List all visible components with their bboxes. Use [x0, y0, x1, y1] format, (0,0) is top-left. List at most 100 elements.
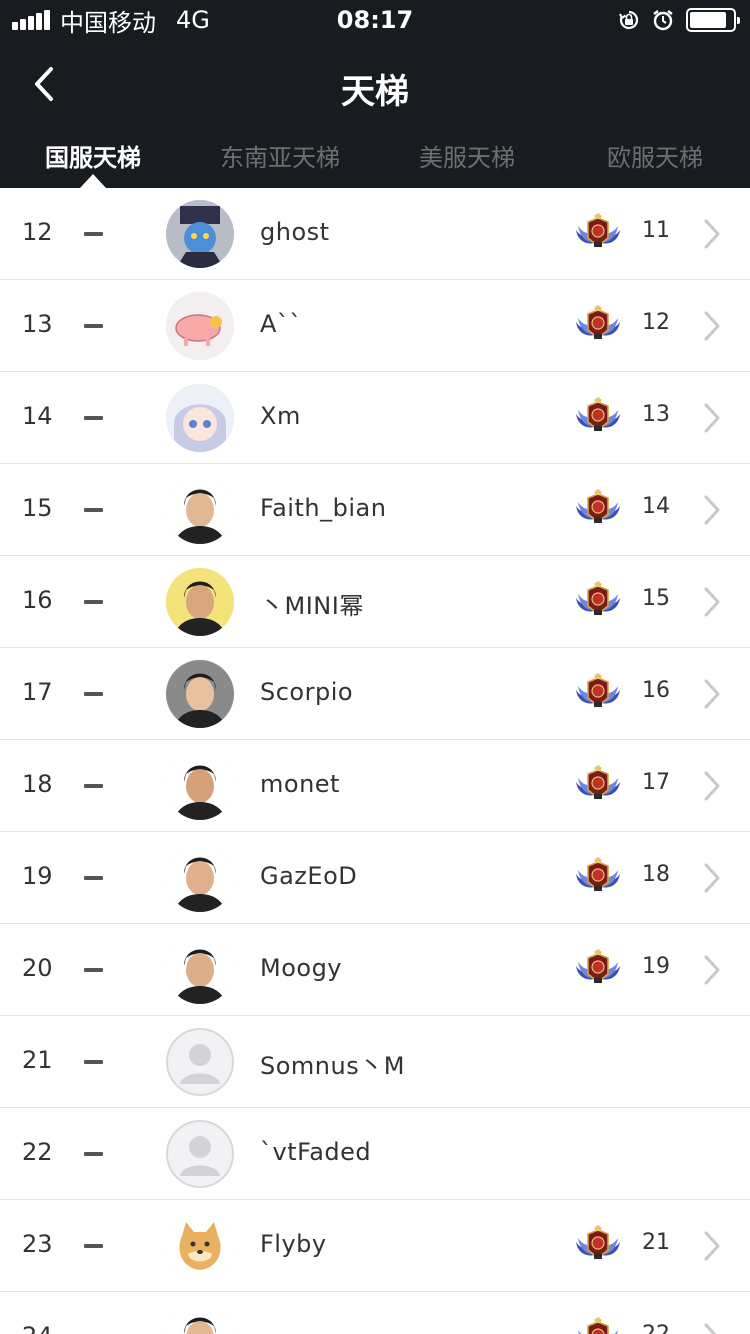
rank-medal-icon [574, 1316, 622, 1334]
medal-tier-number: 12 [642, 310, 670, 335]
ladder-row[interactable]: 21 Somnus丶M [0, 1016, 750, 1108]
rank-medal-icon [574, 212, 622, 252]
medal-tier-number: 16 [642, 678, 670, 703]
ladder-row[interactable]: 23 Flyby 21 [0, 1200, 750, 1292]
rank-number: 12 [22, 218, 53, 246]
chevron-right-icon[interactable] [702, 586, 722, 618]
player-name: Scorpio [260, 678, 354, 706]
chevron-right-icon[interactable] [702, 770, 722, 802]
ladder-row[interactable]: 18 monet 17 [0, 740, 750, 832]
ladder-row[interactable]: 16 丶MINI幂 15 [0, 556, 750, 648]
chevron-right-icon[interactable] [702, 1322, 722, 1334]
rank-number: 16 [22, 586, 53, 614]
rank-medal-icon [574, 1224, 622, 1264]
region-tabs: 国服天梯 东南亚天梯 美服天梯 欧服天梯 [0, 130, 750, 188]
rank-unchanged-icon [84, 1244, 103, 1248]
battery-icon [686, 8, 740, 32]
chevron-right-icon[interactable] [702, 218, 722, 250]
player-name: Xm [260, 402, 301, 430]
rank-unchanged-icon [84, 416, 103, 420]
rank-medal-icon [574, 488, 622, 528]
rank-number: 13 [22, 310, 53, 338]
ladder-row[interactable]: 15 Faith_bian 14 [0, 464, 750, 556]
ladder-row[interactable]: 13 A`` 12 [0, 280, 750, 372]
player-name: Moogy [260, 954, 343, 982]
player-photo-avatar [166, 1304, 234, 1334]
tab-sea-ladder[interactable]: 东南亚天梯 [220, 138, 340, 173]
rank-medal-icon [574, 764, 622, 804]
orientation-lock-icon [619, 10, 639, 30]
ladder-row[interactable]: 22 `vtFaded [0, 1108, 750, 1200]
rank-unchanged-icon [84, 232, 103, 236]
pink-pig-avatar [166, 292, 234, 360]
player-name: monet [260, 770, 340, 798]
ladder-row[interactable]: 19 GazEoD 18 [0, 832, 750, 924]
rank-number: 19 [22, 862, 53, 890]
player-photo-avatar [166, 660, 234, 728]
anime-girl-avatar [166, 384, 234, 452]
chevron-right-icon[interactable] [702, 1230, 722, 1262]
rank-number: 14 [22, 402, 53, 430]
player-name: A`` [260, 310, 302, 338]
status-bar: 中国移动 4G 08:17 [0, 0, 750, 40]
tab-eu-ladder[interactable]: 欧服天梯 [607, 138, 703, 173]
rank-unchanged-icon [84, 692, 103, 696]
app-header: 中国移动 4G 08:17 天梯 国服天梯 东南亚天梯 美服天梯 欧服天梯 [0, 0, 750, 188]
player-photo-avatar [166, 752, 234, 820]
medal-tier-number: 22 [642, 1322, 670, 1334]
rank-number: 17 [22, 678, 53, 706]
rank-unchanged-icon [84, 784, 103, 788]
player-photo-avatar [166, 844, 234, 912]
rank-unchanged-icon [84, 968, 103, 972]
player-name: Somnus丶M [260, 1052, 405, 1080]
medal-tier-number: 17 [642, 770, 670, 795]
ladder-row[interactable]: 14 Xm 13 [0, 372, 750, 464]
rank-unchanged-icon [84, 508, 103, 512]
rank-number: 18 [22, 770, 53, 798]
rank-medal-icon [574, 580, 622, 620]
page-title: 天梯 [341, 72, 409, 112]
medal-tier-number: 21 [642, 1230, 670, 1255]
chevron-right-icon[interactable] [702, 678, 722, 710]
rank-medal-icon [574, 672, 622, 712]
rank-unchanged-icon [84, 876, 103, 880]
rank-unchanged-icon [84, 1152, 103, 1156]
chevron-right-icon[interactable] [702, 494, 722, 526]
rank-number: 24 [22, 1322, 82, 1334]
player-name: ghost [260, 218, 330, 246]
ladder-row[interactable]: 17 Scorpio 16 [0, 648, 750, 740]
medal-tier-number: 18 [642, 862, 670, 887]
ladder-row[interactable]: 20 Moogy 19 [0, 924, 750, 1016]
rank-number: 22 [22, 1138, 53, 1166]
chevron-right-icon[interactable] [702, 402, 722, 434]
chevron-right-icon[interactable] [702, 310, 722, 342]
medal-tier-number: 13 [642, 402, 670, 427]
status-bar-right [618, 8, 740, 32]
chevron-right-icon[interactable] [702, 862, 722, 894]
medal-tier-number: 15 [642, 586, 670, 611]
player-name: GazEoD [260, 862, 358, 890]
player-name: 丶MINI幂 [260, 592, 364, 620]
rank-medal-icon [574, 856, 622, 896]
rank-unchanged-icon [84, 600, 103, 604]
rank-unchanged-icon [84, 1060, 103, 1064]
rank-unchanged-icon [84, 324, 103, 328]
default-user-avatar [166, 1028, 234, 1096]
player-name: Faith_bian [260, 494, 387, 522]
tab-cn-ladder[interactable]: 国服天梯 [45, 138, 141, 173]
chevron-right-icon[interactable] [702, 954, 722, 986]
medal-tier-number: 19 [642, 954, 670, 979]
rank-number: 15 [22, 494, 53, 522]
tab-us-ladder[interactable]: 美服天梯 [419, 138, 515, 173]
rank-medal-icon [574, 396, 622, 436]
medal-tier-number: 11 [642, 218, 670, 243]
ladder-row[interactable]: 24 22 [0, 1292, 750, 1334]
player-name: `vtFaded [260, 1138, 372, 1166]
default-user-avatar [166, 1120, 234, 1188]
player-photo-avatar [166, 936, 234, 1004]
anime-character-avatar [166, 200, 234, 268]
rank-number: 21 [22, 1046, 53, 1074]
ladder-row[interactable]: 12 ghost 11 [0, 188, 750, 280]
alarm-icon [653, 10, 673, 31]
player-name: Flyby [260, 1230, 327, 1258]
